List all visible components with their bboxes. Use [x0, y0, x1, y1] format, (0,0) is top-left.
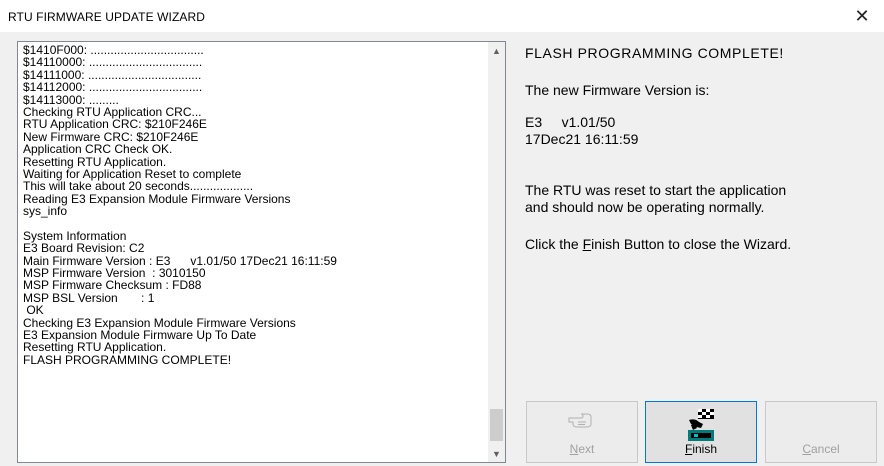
chevron-up-icon: ▲ [492, 45, 501, 56]
next-button-label: Next [527, 442, 637, 456]
cancel-button-label: Cancel [766, 442, 876, 456]
instruction-suffix: inish Button to close the Wizard. [591, 236, 792, 252]
scroll-down-button[interactable]: ▼ [488, 445, 505, 462]
version-line-1: E3 v1.01/50 [525, 114, 616, 130]
next-button[interactable]: Next [526, 401, 638, 463]
close-icon: ✕ [854, 5, 870, 26]
log-line: This will take about 20 seconds.........… [23, 179, 254, 194]
scroll-thumb[interactable] [490, 409, 503, 441]
pointing-hand-icon [567, 408, 597, 433]
log-line: $14110000: .............................… [23, 55, 203, 70]
log-line: sys_info [23, 204, 68, 219]
log-line: Application CRC Check OK. [23, 142, 173, 157]
version-line-2: 17Dec21 16:11:59 [525, 131, 639, 147]
log-line: MSP BSL Version : 1 [23, 290, 155, 305]
log-text: $1410F000: .............................… [23, 44, 485, 460]
finish-instruction: Click the Finish Button to close the Wiz… [525, 236, 791, 253]
cancel-mnemonic: C [802, 442, 811, 456]
log-line: OK [23, 303, 44, 318]
next-label-rest: ext [578, 442, 595, 456]
log-line: E3 Board Revision: C2 [23, 241, 145, 256]
log-line: Reading E3 Expansion Module Firmware Ver… [23, 191, 291, 206]
scroll-up-button[interactable]: ▲ [488, 42, 505, 59]
window-title: RTU FIRMWARE UPDATE WIZARD [8, 10, 206, 24]
chevron-down-icon: ▼ [492, 448, 501, 459]
reset-message-line-2: and should now be operating normally. [525, 199, 765, 215]
log-line: MSP Firmware Checksum : FD88 [23, 278, 202, 293]
finish-button-label: Finish [646, 442, 756, 456]
log-line: FLASH PROGRAMMING COMPLETE! [23, 352, 232, 367]
log-scrollbar[interactable]: ▲ ▼ [488, 42, 505, 462]
finish-label-rest: inish [692, 442, 718, 456]
log-line: RTU Application CRC: $210F246E [23, 117, 207, 132]
completion-heading: FLASH PROGRAMMING COMPLETE! [525, 45, 784, 61]
cancel-label-rest: ancel [810, 442, 840, 456]
instruction-prefix: Click the [525, 236, 583, 252]
log-line: Resetting RTU Application. [23, 340, 167, 355]
cancel-button[interactable]: Cancel [765, 401, 877, 463]
instruction-mnemonic: F [582, 236, 592, 252]
version-intro: The new Firmware Version is: [525, 82, 710, 98]
log-textbox[interactable]: $1410F000: .............................… [17, 41, 506, 463]
title-bar: RTU FIRMWARE UPDATE WIZARD ✕ [0, 0, 884, 32]
log-line: $14112000: .............................… [23, 80, 203, 95]
finish-button[interactable]: Finish [645, 401, 757, 463]
close-button[interactable]: ✕ [840, 0, 884, 32]
finish-flag-icon [685, 408, 717, 445]
reset-message-line-1: The RTU was reset to start the applicati… [525, 182, 787, 198]
